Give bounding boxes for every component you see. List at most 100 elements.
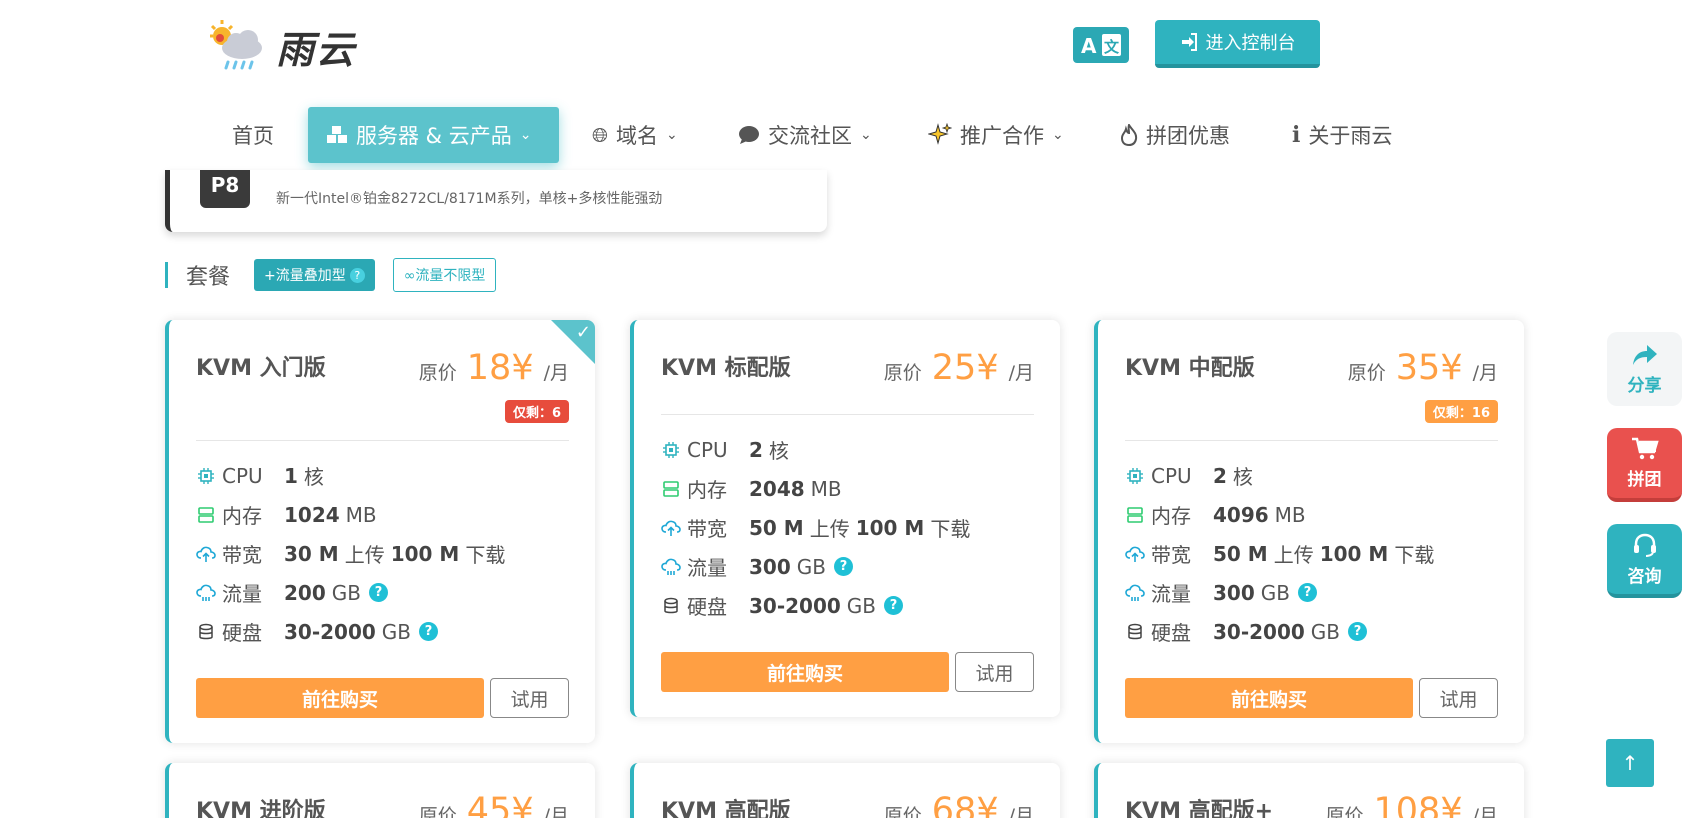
spec-unit: 下载: [1394, 543, 1435, 567]
nav-item-community[interactable]: 交流社区 ⌄: [738, 107, 872, 163]
bandwidth-up: 50 M: [749, 515, 804, 540]
spec-traffic: 流量 300 GB ?: [661, 547, 970, 586]
bandwidth-down: 100 M: [1319, 541, 1389, 566]
help-icon[interactable]: ?: [833, 557, 853, 576]
nav-item-domains[interactable]: 🌐︎ 域名 ⌄: [592, 107, 678, 163]
spec-unit: 上传: [1273, 543, 1314, 567]
help-icon[interactable]: ?: [368, 583, 388, 602]
traffic-unlimited-tab[interactable]: ∞流量不限型: [392, 258, 497, 292]
spec-label: 流量: [222, 582, 262, 606]
cloud-rain-icon: [661, 557, 681, 577]
spec-unit: 下载: [930, 517, 971, 541]
nav-label: 交流社区: [768, 124, 852, 148]
help-icon[interactable]: ?: [1348, 622, 1368, 641]
sparkles-icon: [928, 123, 952, 145]
spec-unit: GB: [331, 580, 361, 605]
plan-name: KVM 中配版: [1125, 356, 1255, 381]
spec-bandwidth: 带宽 50 M 上传 100 M 下载: [1125, 534, 1434, 573]
plan-card-high: KVM 高配版 原价 68¥ /月: [630, 763, 1060, 818]
memory-icon: [1125, 505, 1145, 525]
price-row: 原价 25¥ /月: [884, 348, 1034, 388]
consult-button[interactable]: 咨询: [1607, 524, 1682, 598]
price-value: 18¥: [466, 348, 534, 388]
nav-item-promotion[interactable]: 推广合作 ⌄: [928, 107, 1064, 163]
nav-item-home[interactable]: 首页: [232, 107, 274, 163]
plan-card-advanced: KVM 进阶版 原价 45¥ /月: [165, 763, 595, 818]
price-row: 原价 35¥ /月: [1348, 348, 1498, 388]
help-icon[interactable]: ?: [419, 622, 439, 641]
site-logo[interactable]: 雨云: [208, 16, 368, 76]
nav-item-group-buy[interactable]: 拼团优惠: [1120, 107, 1230, 163]
nav-item-about[interactable]: i 关于雨云: [1292, 107, 1392, 163]
processor-description: 新一代Intel®铂金8272CL/8171M系列，单核+多核性能强劲: [276, 191, 663, 207]
plan-name: KVM 高配版: [661, 799, 791, 818]
cloud-upload-icon: [1125, 544, 1145, 564]
plan-card-entry: ✓ KVM 入门版 原价 18¥ /月 仅剩：6 CPU 1 核 内存 1024…: [165, 320, 595, 743]
trial-button[interactable]: 试用: [955, 652, 1034, 692]
page: 雨云 A 文 进入控制台 首页 服务器 & 云产品 ⌄ 🌐︎ 域名 ⌄ 交流社区…: [0, 0, 1685, 818]
divider: [1125, 440, 1498, 441]
price-unit: /月: [543, 805, 569, 818]
comment-icon: [739, 126, 759, 144]
buy-button[interactable]: 前往购买: [1125, 678, 1413, 718]
arrow-up-icon: ↑: [1621, 751, 1639, 775]
spec-value: 300: [749, 554, 791, 579]
spec-memory: 内存 2048 MB: [661, 469, 970, 508]
share-button[interactable]: 分享: [1607, 332, 1682, 406]
traffic-stacked-tab[interactable]: +流量叠加型 ?: [254, 259, 375, 291]
help-icon[interactable]: ?: [1297, 583, 1317, 602]
spec-unit: MB: [810, 476, 842, 501]
plan-name: KVM 入门版: [196, 356, 326, 381]
price-label: 原价: [418, 362, 457, 384]
spec-label: CPU: [222, 463, 263, 488]
buy-button[interactable]: 前往购买: [196, 678, 484, 718]
nav-item-servers[interactable]: 服务器 & 云产品 ⌄: [308, 107, 559, 163]
plan-card-standard: KVM 标配版 原价 25¥ /月 CPU 2 核 内存 2048 MB 带宽: [630, 320, 1060, 717]
spec-memory: 内存 4096 MB: [1125, 495, 1434, 534]
card-actions: 前往购买 试用: [196, 678, 569, 718]
spec-value: 2048: [749, 476, 805, 501]
spec-cpu: CPU 2 核: [1125, 456, 1434, 495]
price-value: 25¥: [931, 348, 999, 388]
price-unit: /月: [1472, 362, 1498, 384]
plan-name: KVM 标配版: [661, 356, 791, 381]
price-unit: /月: [543, 362, 569, 384]
spec-list: CPU 2 核 内存 4096 MB 带宽 50 M 上传 100 M 下载 流…: [1125, 456, 1434, 651]
spec-value: 30-2000: [749, 593, 841, 618]
group-buy-button[interactable]: 拼团: [1607, 428, 1682, 502]
spec-unit: GB: [796, 554, 826, 579]
spec-bandwidth: 带宽 50 M 上传 100 M 下载: [661, 508, 970, 547]
spec-memory: 内存 1024 MB: [196, 495, 505, 534]
plans-section-header: 套餐 +流量叠加型 ? ∞流量不限型: [165, 258, 497, 292]
spec-unit: 下载: [465, 543, 506, 567]
spec-disk: 硬盘 30-2000 GB ?: [1125, 612, 1434, 651]
trial-button[interactable]: 试用: [1419, 678, 1498, 718]
price-value: 68¥: [931, 791, 999, 818]
fire-icon: [1120, 124, 1138, 146]
memory-icon: [196, 505, 216, 525]
price-unit: /月: [1008, 362, 1034, 384]
language-switch-button[interactable]: A 文: [1073, 27, 1129, 63]
buy-button[interactable]: 前往购买: [661, 652, 949, 692]
spec-unit: GB: [381, 619, 412, 644]
plan-name: KVM 高配版+: [1125, 799, 1274, 818]
spec-label: 带宽: [222, 543, 262, 567]
trial-button[interactable]: 试用: [490, 678, 569, 718]
help-icon[interactable]: ?: [349, 267, 365, 283]
processor-card[interactable]: P8 新一代Intel®铂金8272CL/8171M系列，单核+多核性能强劲: [165, 170, 827, 232]
spec-unit: MB: [1274, 502, 1306, 527]
price-label: 原价: [1347, 362, 1386, 384]
price-label: 原价: [418, 805, 457, 818]
back-to-top-button[interactable]: ↑: [1606, 739, 1654, 787]
cpu-icon: [196, 466, 216, 486]
database-icon: [1125, 622, 1145, 642]
spec-value: 2: [749, 437, 763, 462]
help-icon[interactable]: ?: [884, 596, 904, 615]
logo-text: 雨云: [276, 26, 357, 72]
enter-console-button[interactable]: 进入控制台: [1155, 20, 1320, 68]
spec-label: 内存: [222, 504, 262, 528]
svg-text:A: A: [1081, 34, 1097, 58]
spec-value: 1024: [284, 502, 340, 527]
globe-icon: 🌐︎: [592, 123, 608, 147]
plan-card-medium: KVM 中配版 原价 35¥ /月 仅剩：16 CPU 2 核 内存 4096 …: [1094, 320, 1524, 743]
